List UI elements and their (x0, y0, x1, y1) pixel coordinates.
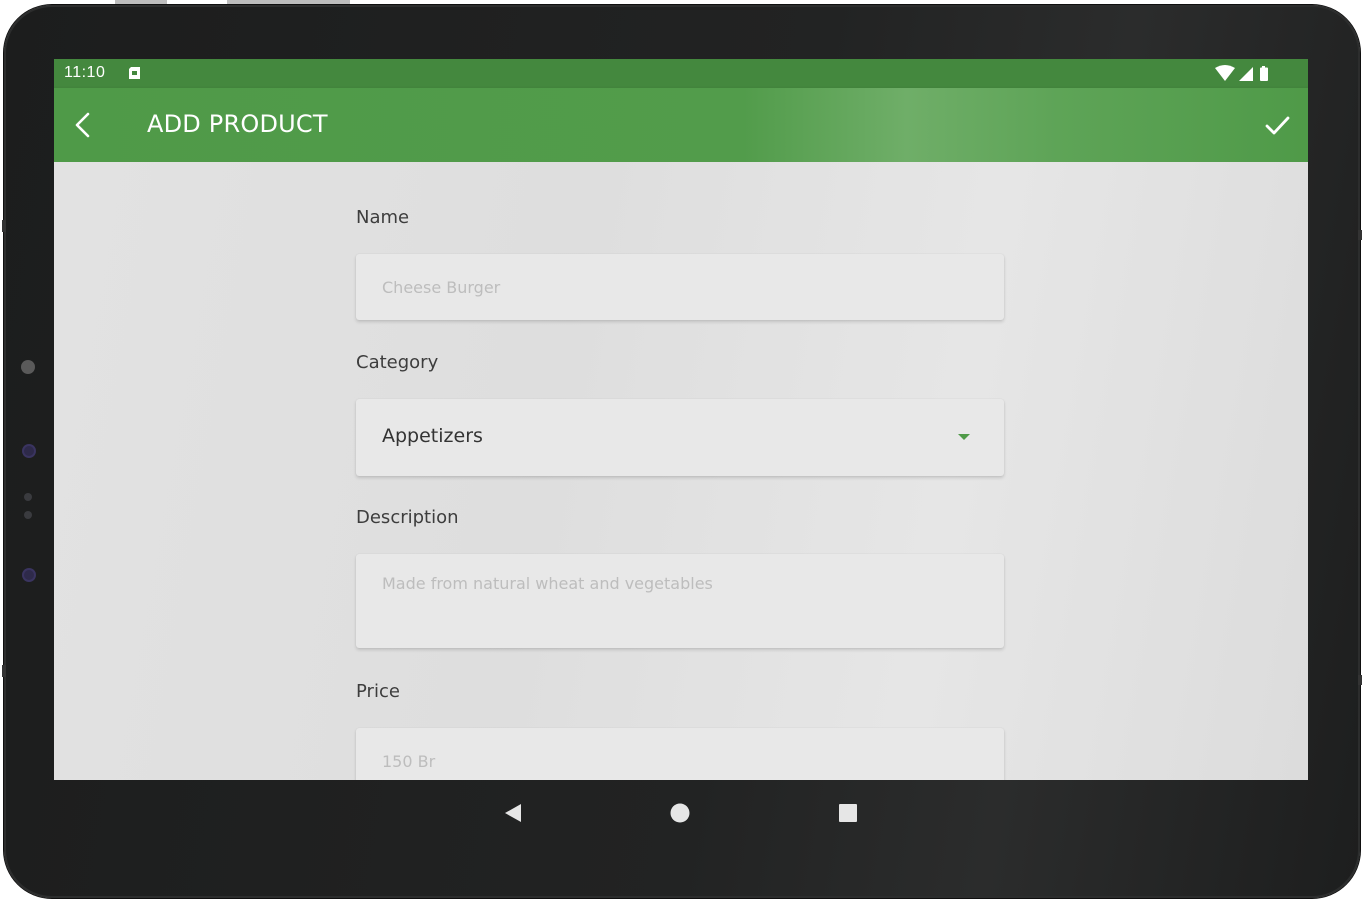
system-nav-bar (54, 780, 1308, 844)
form-content: Name Category Appetizers Description Pri… (54, 162, 1308, 780)
side-button (2, 665, 6, 677)
category-selected-value: Appetizers (382, 425, 483, 447)
sd-card-icon (129, 67, 140, 79)
status-time: 11:10 (64, 64, 106, 81)
status-bar: 11:10 (54, 59, 1308, 88)
device-mockup: 11:10 ADD PRODUCT Name Cheese Burger Cat… (0, 0, 1363, 900)
sensor-dot (24, 511, 32, 519)
price-input[interactable] (356, 728, 1004, 780)
side-button (2, 220, 6, 232)
status-icons (1215, 65, 1268, 81)
nav-back-icon[interactable] (501, 800, 527, 826)
nav-home-icon[interactable] (667, 800, 693, 826)
category-dropdown[interactable]: Appetizers (356, 399, 1004, 476)
battery-icon (1260, 66, 1268, 81)
device-screen: 11:10 ADD PRODUCT Name Cheese Burger Cat… (54, 59, 1308, 780)
description-label: Description (356, 507, 459, 528)
name-label: Name (356, 207, 410, 228)
page-title: ADD PRODUCT (147, 110, 328, 138)
sensor-dot (24, 570, 34, 580)
back-arrow-icon[interactable] (66, 108, 100, 142)
price-label: Price (356, 681, 400, 702)
app-bar: ADD PRODUCT (54, 88, 1308, 162)
signal-icon (1239, 67, 1253, 81)
side-button (1358, 675, 1362, 685)
name-field[interactable] (356, 254, 1004, 320)
wifi-icon (1215, 65, 1235, 81)
category-label: Category (356, 352, 439, 373)
dropdown-arrow-icon (958, 434, 970, 440)
price-field[interactable] (356, 728, 1004, 780)
nav-recents-icon[interactable] (835, 800, 861, 826)
front-camera (21, 360, 35, 374)
side-button (1358, 230, 1362, 240)
description-input[interactable] (356, 554, 1004, 648)
top-edge-marks (115, 0, 350, 4)
name-input[interactable] (356, 254, 1004, 320)
sensor-dot (24, 493, 32, 501)
checkmark-icon[interactable] (1260, 108, 1294, 142)
sensor-dot (24, 446, 34, 456)
description-field[interactable] (356, 554, 1004, 648)
